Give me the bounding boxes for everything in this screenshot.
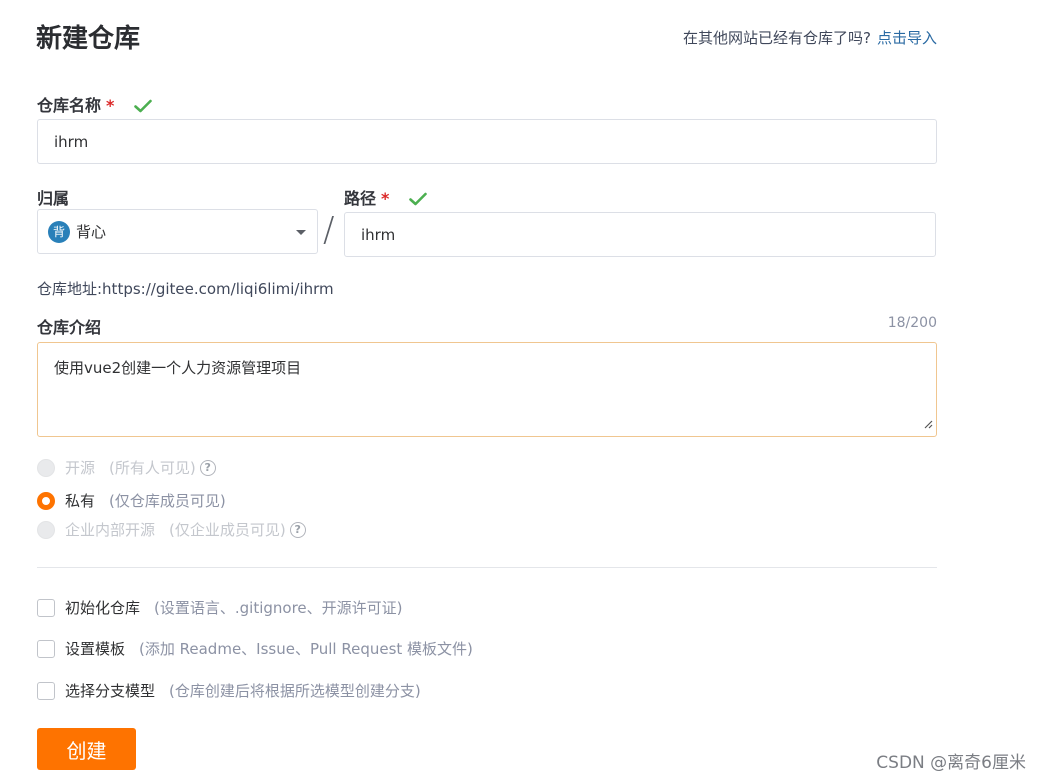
path-label: 路径 * bbox=[344, 185, 427, 210]
owner-label: 归属 bbox=[37, 189, 70, 208]
radio-hint: (所有人可见) bbox=[109, 459, 196, 477]
divider bbox=[37, 567, 937, 568]
help-icon[interactable]: ? bbox=[289, 521, 306, 538]
repo-address: 仓库地址:https://gitee.com/liqi6limi/ihrm bbox=[37, 280, 334, 298]
import-prompt-row: 在其他网站已经有仓库了吗? 点击导入 bbox=[683, 27, 937, 48]
radio-button[interactable] bbox=[37, 520, 55, 539]
visibility-option-public[interactable]: 开源 (所有人可见) ? bbox=[37, 457, 216, 478]
radio-label: 企业内部开源 bbox=[65, 521, 156, 539]
resize-handle-icon[interactable] bbox=[924, 415, 933, 433]
checkbox[interactable] bbox=[37, 639, 55, 658]
page-title: 新建仓库 bbox=[36, 24, 141, 54]
radio-label: 私有 bbox=[65, 492, 96, 510]
avatar: 背 bbox=[48, 220, 70, 243]
checkbox[interactable] bbox=[37, 598, 55, 617]
checkbox-hint: (设置语言、.gitignore、开源许可证) bbox=[154, 599, 403, 617]
owner-value: 背心 bbox=[76, 223, 107, 241]
option-template[interactable]: 设置模板 (添加 Readme、Issue、Pull Request 模板文件) bbox=[37, 638, 473, 659]
char-counter: 18/200 bbox=[887, 315, 937, 331]
path-input[interactable]: ihrm bbox=[344, 212, 936, 257]
radio-button[interactable] bbox=[37, 458, 55, 477]
import-prompt: 在其他网站已经有仓库了吗? bbox=[683, 29, 871, 47]
checkbox-label: 设置模板 bbox=[65, 640, 126, 658]
caret-down-icon bbox=[296, 230, 306, 235]
owner-select[interactable]: 背 背心 bbox=[37, 209, 318, 254]
checkbox-label: 初始化仓库 bbox=[65, 599, 141, 617]
radio-label: 开源 bbox=[65, 459, 96, 477]
checkbox[interactable] bbox=[37, 681, 55, 700]
repo-name-label-text: 仓库名称 bbox=[37, 96, 102, 115]
description-text: 使用vue2创建一个人力资源管理项目 bbox=[54, 359, 302, 377]
path-label-text: 路径 bbox=[344, 189, 377, 208]
description-textarea[interactable]: 使用vue2创建一个人力资源管理项目 bbox=[37, 342, 937, 437]
radio-button-selected[interactable] bbox=[37, 491, 55, 510]
visibility-option-private[interactable]: 私有 (仅仓库成员可见) bbox=[37, 490, 226, 511]
visibility-option-enterprise[interactable]: 企业内部开源 (仅企业成员可见) ? bbox=[37, 519, 306, 540]
create-button[interactable]: 创建 bbox=[37, 728, 136, 770]
checkbox-hint: (仓库创建后将根据所选模型创建分支) bbox=[169, 682, 421, 700]
required-mark: * bbox=[381, 189, 390, 208]
path-separator: / bbox=[323, 210, 335, 250]
checkbox-label: 选择分支模型 bbox=[65, 682, 156, 700]
checkbox-hint: (添加 Readme、Issue、Pull Request 模板文件) bbox=[139, 640, 473, 658]
check-icon bbox=[134, 98, 152, 117]
watermark: CSDN @离奇6厘米 bbox=[876, 753, 1026, 773]
repo-name-input[interactable]: ihrm bbox=[37, 119, 937, 164]
radio-hint: (仅仓库成员可见) bbox=[109, 492, 226, 510]
radio-hint: (仅企业成员可见) bbox=[169, 521, 286, 539]
help-icon[interactable]: ? bbox=[199, 459, 216, 476]
import-link[interactable]: 点击导入 bbox=[877, 29, 937, 47]
option-branch-model[interactable]: 选择分支模型 (仓库创建后将根据所选模型创建分支) bbox=[37, 680, 421, 701]
repo-name-label: 仓库名称 * bbox=[37, 92, 152, 117]
description-label: 仓库介绍 bbox=[37, 318, 102, 337]
required-mark: * bbox=[106, 96, 115, 115]
check-icon bbox=[409, 191, 427, 210]
option-init-repo[interactable]: 初始化仓库 (设置语言、.gitignore、开源许可证) bbox=[37, 597, 403, 618]
